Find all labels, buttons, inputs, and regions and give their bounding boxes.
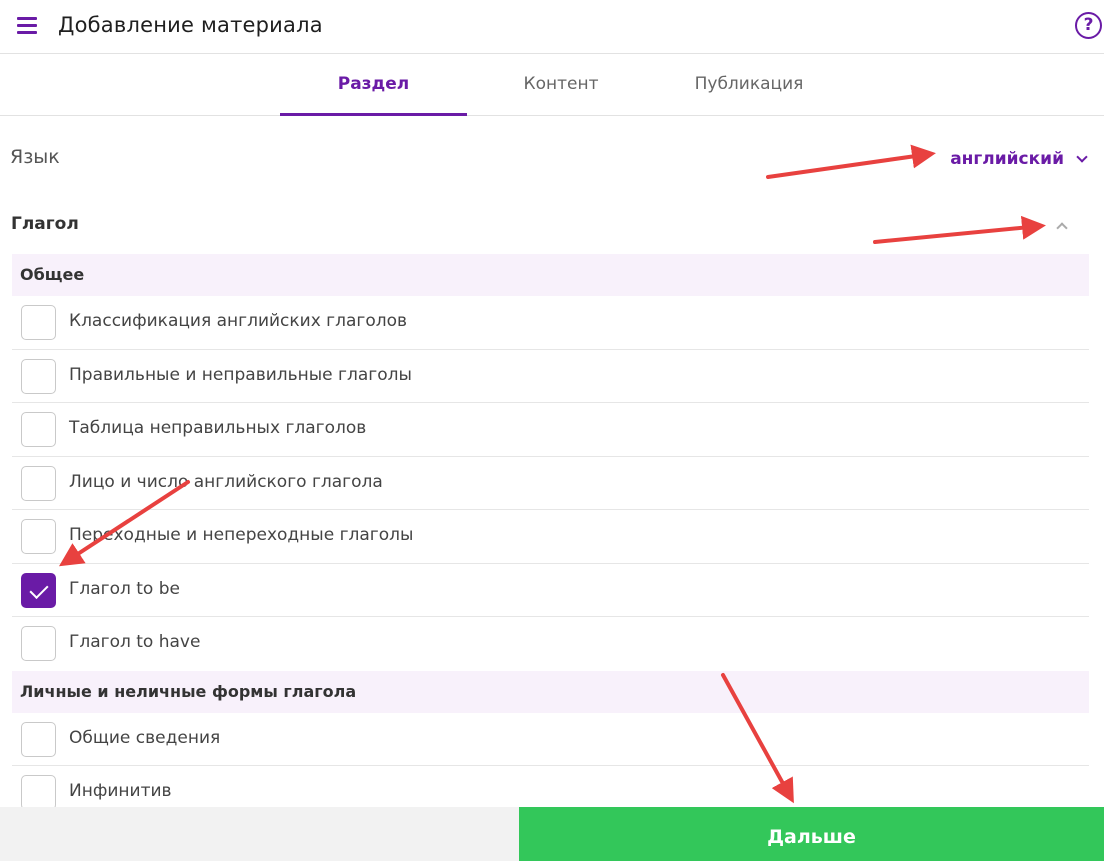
hamburger-menu-icon[interactable] [17,17,39,35]
list-item-label: Правильные и неправильные глаголы [69,364,412,385]
list-item[interactable]: Правильные и неправильные глаголы [12,350,1089,403]
checkbox[interactable] [21,465,56,501]
checkbox[interactable] [21,358,56,394]
language-value: английский [950,149,1064,169]
section-header-verb[interactable]: Глагол [0,202,1104,254]
chevron-up-icon[interactable] [1056,222,1068,234]
checkbox[interactable] [21,519,56,554]
list-item-label: Классификация английских глаголов [69,311,407,331]
list-item[interactable]: Лицо и число английского глагола [12,457,1089,510]
next-button[interactable]: Дальше [519,807,1104,861]
list-item-label: Глагол to be [69,578,180,599]
footer-bar: Дальше [0,807,1104,861]
list-item[interactable]: Переходные и непереходные глаголы [12,510,1089,564]
list-item-label: Таблица неправильных глаголов [69,418,367,438]
tab-content[interactable]: Контент [467,54,655,116]
checkbox-checked[interactable] [21,572,56,608]
group-header: Общее [12,254,1089,296]
list-item-label: Глагол to have [69,632,201,652]
list-item-label: Лицо и число английского глагола [69,471,383,492]
help-icon[interactable]: ? [1075,12,1102,39]
language-dropdown[interactable]: английский [950,147,1088,171]
footer-spacer [0,807,519,861]
topic-list: Общее Классификация английских глаголов … [12,254,1089,820]
list-item-label: Переходные и непереходные глаголы [69,525,414,545]
list-item[interactable]: Таблица неправильных глаголов [12,403,1089,457]
list-item[interactable]: Глагол to have [12,617,1089,671]
tab-section[interactable]: Раздел [280,54,467,116]
language-label: Язык [10,146,60,168]
list-item-label: Инфинитив [69,781,172,801]
list-item[interactable]: Классификация английских глаголов [12,296,1089,350]
language-row: Язык английский [0,116,1104,202]
section-title: Глагол [11,214,79,234]
checkbox[interactable] [21,412,56,447]
list-item-label: Общие сведения [69,727,221,748]
group-header: Личные и неличные формы глагола [12,670,1089,713]
page-title: Добавление материала [58,13,323,37]
checkbox[interactable] [21,626,56,661]
top-bar: Добавление материала ? [0,0,1104,54]
list-item[interactable]: Глагол to be [12,564,1089,617]
tab-bar: Раздел Контент Публикация [0,54,1104,116]
checkbox[interactable] [21,721,56,757]
tab-publication[interactable]: Публикация [655,54,843,116]
chevron-down-icon [1076,151,1088,163]
list-item[interactable]: Общие сведения [12,713,1089,766]
checkbox[interactable] [21,305,56,340]
checkbox[interactable] [21,775,56,810]
